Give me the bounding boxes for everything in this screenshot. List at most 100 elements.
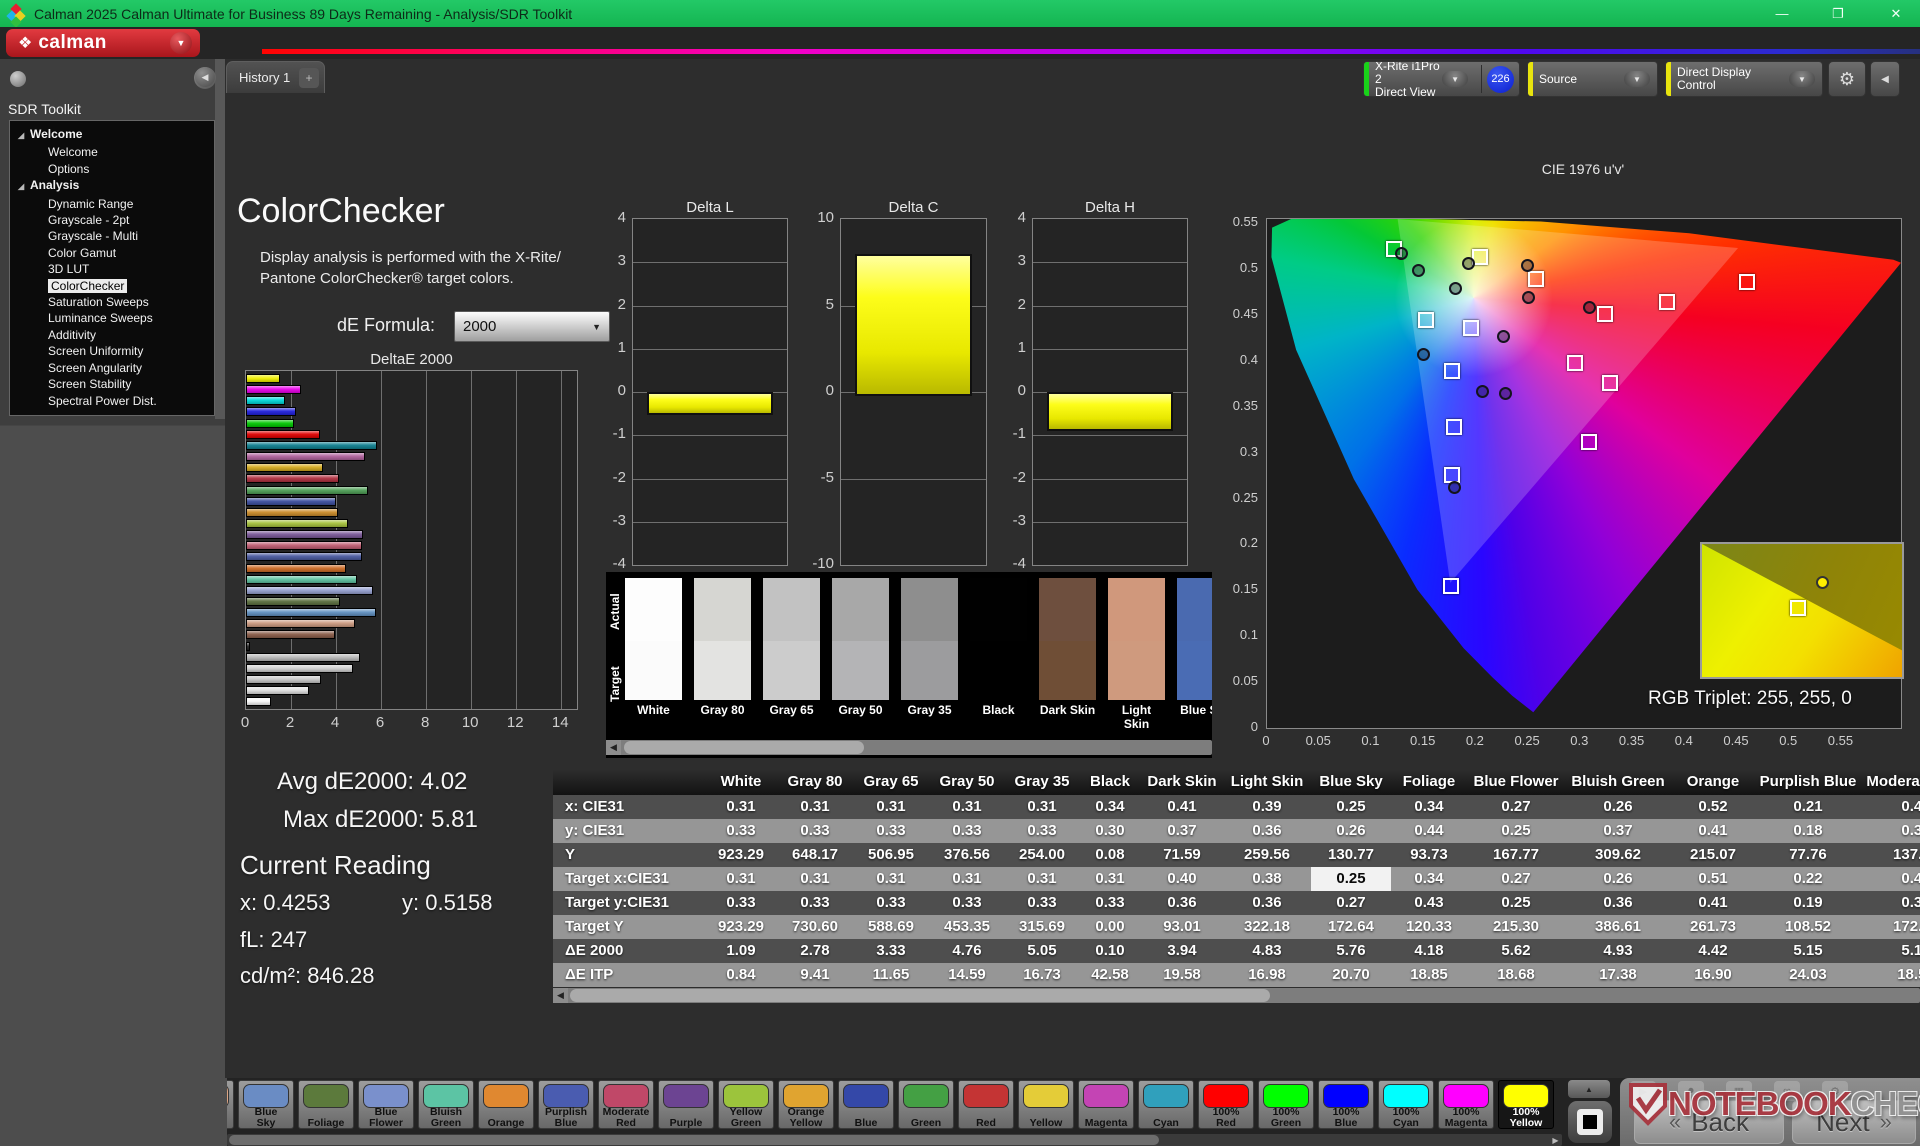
patch-color-chip <box>543 1084 589 1108</box>
calman-dropdown-arrow-icon[interactable]: ▼ <box>170 32 192 54</box>
table-cell: 0.25 <box>1311 795 1391 819</box>
panel-collapse-icon[interactable]: ◀ <box>1870 61 1900 97</box>
patch-button-blue-flower[interactable]: Blue Flower <box>358 1080 414 1129</box>
patch-button-label: 100% Yellow <box>1509 1106 1543 1129</box>
patch-button-blue[interactable]: Blue <box>838 1080 894 1129</box>
de-formula-select[interactable]: 2000 ▼ <box>454 311 610 342</box>
patch-button-100-blue[interactable]: 100% Blue <box>1318 1080 1374 1129</box>
table-col-header: Blue Sky <box>1311 769 1391 795</box>
patch-button-100-magenta[interactable]: 100% Magenta <box>1438 1080 1494 1129</box>
patch-button-orange-yellow[interactable]: Orange Yellow <box>778 1080 834 1129</box>
patch-label: Dark Skin <box>1039 703 1096 717</box>
collapse-up-icon[interactable]: ▲ <box>1568 1080 1610 1098</box>
sidebar-item-luminance-sweeps[interactable]: Luminance Sweeps <box>10 310 214 326</box>
display-control-dropdown[interactable]: Direct Display Control ▼ <box>1665 61 1823 97</box>
sidebar-splitter[interactable] <box>215 59 225 419</box>
sidebar-item-grayscale-multi[interactable]: Grayscale - Multi <box>10 228 214 244</box>
tree-expander-icon[interactable]: ◢ <box>18 179 30 195</box>
sidebar-pin-icon[interactable] <box>10 71 26 87</box>
sidebar-item-color-gamut[interactable]: Color Gamut <box>10 245 214 261</box>
scroll-left-icon[interactable]: ◀ <box>553 988 568 1003</box>
patch-button-light-skin[interactable]: LightSkin <box>227 1080 234 1129</box>
meter-count-badge[interactable]: 226 <box>1487 65 1514 93</box>
patch-button-bluish-green[interactable]: Bluish Green <box>418 1080 474 1129</box>
table-col-header: Gray 80 <box>777 769 853 795</box>
tab-history[interactable]: History 1 + <box>226 61 325 93</box>
chevron-down-icon[interactable]: ▼ <box>1789 71 1815 87</box>
add-tab-button[interactable]: + <box>299 67 319 88</box>
patch-button-orange[interactable]: Orange <box>478 1080 534 1129</box>
scroll-left-icon[interactable]: ◀ <box>606 740 621 755</box>
patch-button-foliage[interactable]: Foliage <box>298 1080 354 1129</box>
source-dropdown[interactable]: Source ▼ <box>1527 61 1658 97</box>
sidebar-item-screen-uniformity[interactable]: Screen Uniformity <box>10 343 214 359</box>
table-scrollbar[interactable]: ◀ <box>553 988 1920 1003</box>
table-cell: 0.36 <box>1565 891 1671 915</box>
patch-button-moderate-red[interactable]: Moderate Red <box>598 1080 654 1129</box>
sidebar-item-saturation-sweeps[interactable]: Saturation Sweeps <box>10 294 214 310</box>
sidebar-item-welcome[interactable]: ◢ Welcome <box>10 126 214 144</box>
sidebar-item-options[interactable]: Options <box>10 161 214 177</box>
maximize-icon[interactable]: ❐ <box>1818 0 1858 27</box>
measured-point-icon <box>1416 348 1430 362</box>
close-icon[interactable]: ✕ <box>1876 0 1916 27</box>
patch-button-cyan[interactable]: Cyan <box>1138 1080 1194 1129</box>
calman-menu-button[interactable]: ❖ calman ▼ <box>6 29 200 57</box>
target-marker-icon <box>1462 319 1479 336</box>
chevron-down-icon[interactable]: ▼ <box>1624 71 1650 87</box>
patch-button-red[interactable]: Red <box>958 1080 1014 1129</box>
table-row-label: ΔE 2000 <box>553 939 705 963</box>
patch-button-magenta[interactable]: Magenta <box>1078 1080 1134 1129</box>
table-cell: 18.55 <box>1861 963 1920 987</box>
sidebar-item-dynamic-range[interactable]: Dynamic Range <box>10 196 214 212</box>
patch-strip-scrollbar[interactable]: ◀ <box>606 740 1212 755</box>
measured-point-icon <box>1411 263 1425 277</box>
deltae-bar <box>246 663 354 673</box>
patch-button-yellow-green[interactable]: Yellow Green <box>718 1080 774 1129</box>
tree-expander-icon[interactable]: ◢ <box>18 128 30 144</box>
deltae-bar <box>246 429 321 439</box>
sidebar-item-welcome[interactable]: Welcome <box>10 144 214 160</box>
patch-button-purple[interactable]: Purple <box>658 1080 714 1129</box>
de-formula-label: dE Formula: <box>337 315 436 335</box>
settings-gear-icon[interactable]: ⚙ <box>1828 61 1866 97</box>
sidebar-item-3d-lut[interactable]: 3D LUT <box>10 261 214 277</box>
patch-button-100-green[interactable]: 100% Green <box>1258 1080 1314 1129</box>
avg-de-value: Avg dE2000: 4.02 <box>277 768 468 795</box>
sidebar-item-screen-angularity[interactable]: Screen Angularity <box>10 360 214 376</box>
patch-button-green[interactable]: Green <box>898 1080 954 1129</box>
cd-reading: cd/m²: 846.28 <box>240 963 375 988</box>
sidebar-item-analysis[interactable]: ◢ Analysis <box>10 177 214 195</box>
tab-collapse-icon[interactable]: ◀ <box>195 67 215 87</box>
table-cell: 0.26 <box>1311 819 1391 843</box>
deltae-bar <box>246 563 346 573</box>
patch-button-blue-sky[interactable]: Blue Sky <box>238 1080 294 1129</box>
patch-color-chip <box>227 1084 229 1108</box>
patch-button-100-cyan[interactable]: 100% Cyan <box>1378 1080 1434 1129</box>
sidebar-item-additivity[interactable]: Additivity <box>10 327 214 343</box>
title-bar: Calman 2025 Calman Ultimate for Business… <box>0 0 1920 28</box>
patch-button-100-yellow[interactable]: 100% Yellow <box>1498 1080 1554 1129</box>
table-cell: 376.56 <box>929 843 1005 867</box>
patch-button-purplish-blue[interactable]: Purplish Blue <box>538 1080 594 1129</box>
table-cell: 259.56 <box>1223 843 1311 867</box>
sidebar-item-screen-stability[interactable]: Screen Stability <box>10 376 214 392</box>
scroll-right-icon[interactable]: ▶ <box>1549 1134 1562 1146</box>
patch-button-yellow[interactable]: Yellow <box>1018 1080 1074 1129</box>
table-cell: 923.29 <box>705 915 777 939</box>
sidebar-item-spectral-power-dist-[interactable]: Spectral Power Dist. <box>10 393 214 409</box>
sidebar-item-colorchecker[interactable]: ColorChecker <box>10 278 214 294</box>
axis-tick-label: 3 <box>617 252 626 270</box>
chevron-down-icon[interactable]: ▼ <box>1442 71 1469 87</box>
minimize-icon[interactable]: — <box>1762 0 1802 27</box>
sidebar-item-grayscale-2pt[interactable]: Grayscale - 2pt <box>10 212 214 228</box>
table-cell: 0.31 <box>705 867 777 891</box>
table-cell: 1.09 <box>705 939 777 963</box>
table-col-header: Foliage <box>1391 769 1467 795</box>
meter-dropdown[interactable]: X-Rite i1Pro 2 Direct View ▼ 226 <box>1363 61 1520 97</box>
patch-button-100-red[interactable]: 100% Red <box>1198 1080 1254 1129</box>
deltae-bar <box>246 641 250 651</box>
stop-measure-button[interactable] <box>1568 1101 1612 1143</box>
patch-color-chip <box>843 1084 889 1108</box>
patch-selector-scrollbar[interactable]: ▶ <box>227 1134 1562 1146</box>
